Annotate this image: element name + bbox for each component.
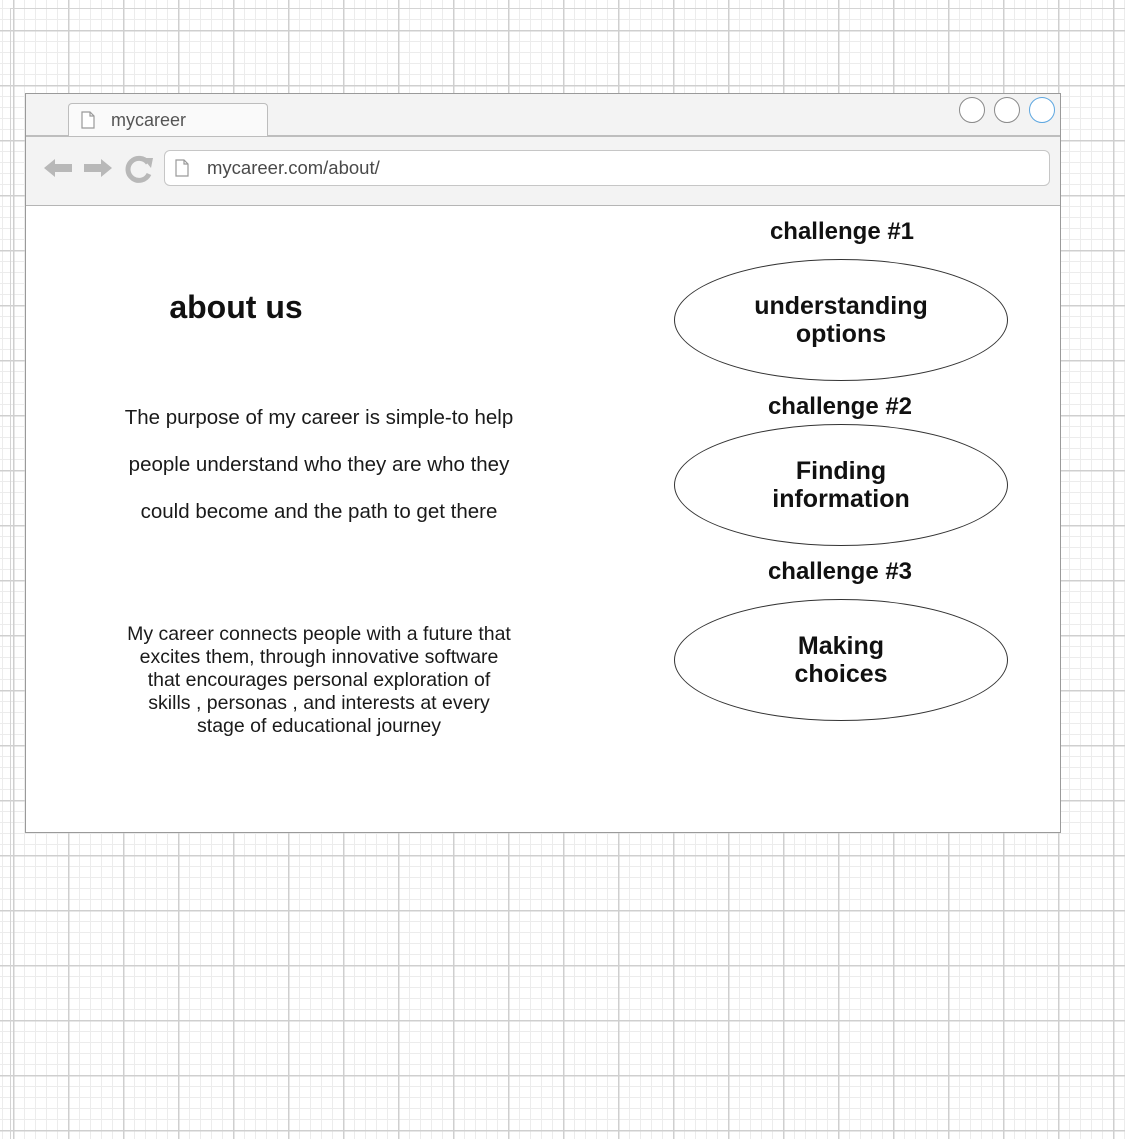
mission-line: excites them, through innovative softwar… bbox=[139, 646, 499, 668]
mission-line: My career connects people with a future … bbox=[127, 623, 511, 645]
challenge-text-line: Making bbox=[797, 632, 885, 660]
page-title: about us bbox=[169, 289, 303, 325]
challenge-3-text: Making choices bbox=[794, 632, 887, 688]
canvas-edge-left bbox=[10, 8, 11, 1139]
purpose-paragraph: The purpose of my career is simple-to he… bbox=[54, 394, 584, 535]
mission-line: stage of educational journey bbox=[197, 715, 441, 737]
mission-paragraph: My career connects people with a future … bbox=[54, 623, 584, 738]
challenge-1-bubble[interactable]: understanding options bbox=[674, 259, 1008, 381]
challenge-2-text: Finding information bbox=[772, 457, 910, 513]
purpose-line: The purpose of my career is simple-to he… bbox=[124, 406, 514, 429]
challenge-3-label: challenge #3 bbox=[767, 558, 913, 585]
page-content: about us The purpose of my career is sim… bbox=[26, 94, 1060, 832]
challenge-1-label: challenge #1 bbox=[769, 218, 915, 245]
mission-line: skills , personas , and interests at eve… bbox=[148, 692, 490, 714]
browser-window: mycareer mycareer.com/about/ about us Th… bbox=[25, 93, 1061, 833]
purpose-line: people understand who they are who they bbox=[128, 453, 510, 476]
challenge-1-text: understanding options bbox=[754, 292, 928, 348]
mission-line: that encourages personal exploration of bbox=[147, 669, 491, 691]
challenge-text-line: understanding bbox=[754, 292, 928, 320]
challenge-text-line: choices bbox=[794, 660, 888, 688]
purpose-line: could become and the path to get there bbox=[140, 500, 498, 523]
challenge-3-bubble[interactable]: Making choices bbox=[674, 599, 1008, 721]
challenge-text-line: options bbox=[795, 320, 887, 348]
challenge-text-line: information bbox=[772, 485, 910, 513]
challenge-2-bubble[interactable]: Finding information bbox=[674, 424, 1008, 546]
canvas-edge-top bbox=[10, 8, 1125, 9]
challenge-2-label: challenge #2 bbox=[767, 393, 913, 420]
challenge-text-line: Finding bbox=[795, 457, 887, 485]
